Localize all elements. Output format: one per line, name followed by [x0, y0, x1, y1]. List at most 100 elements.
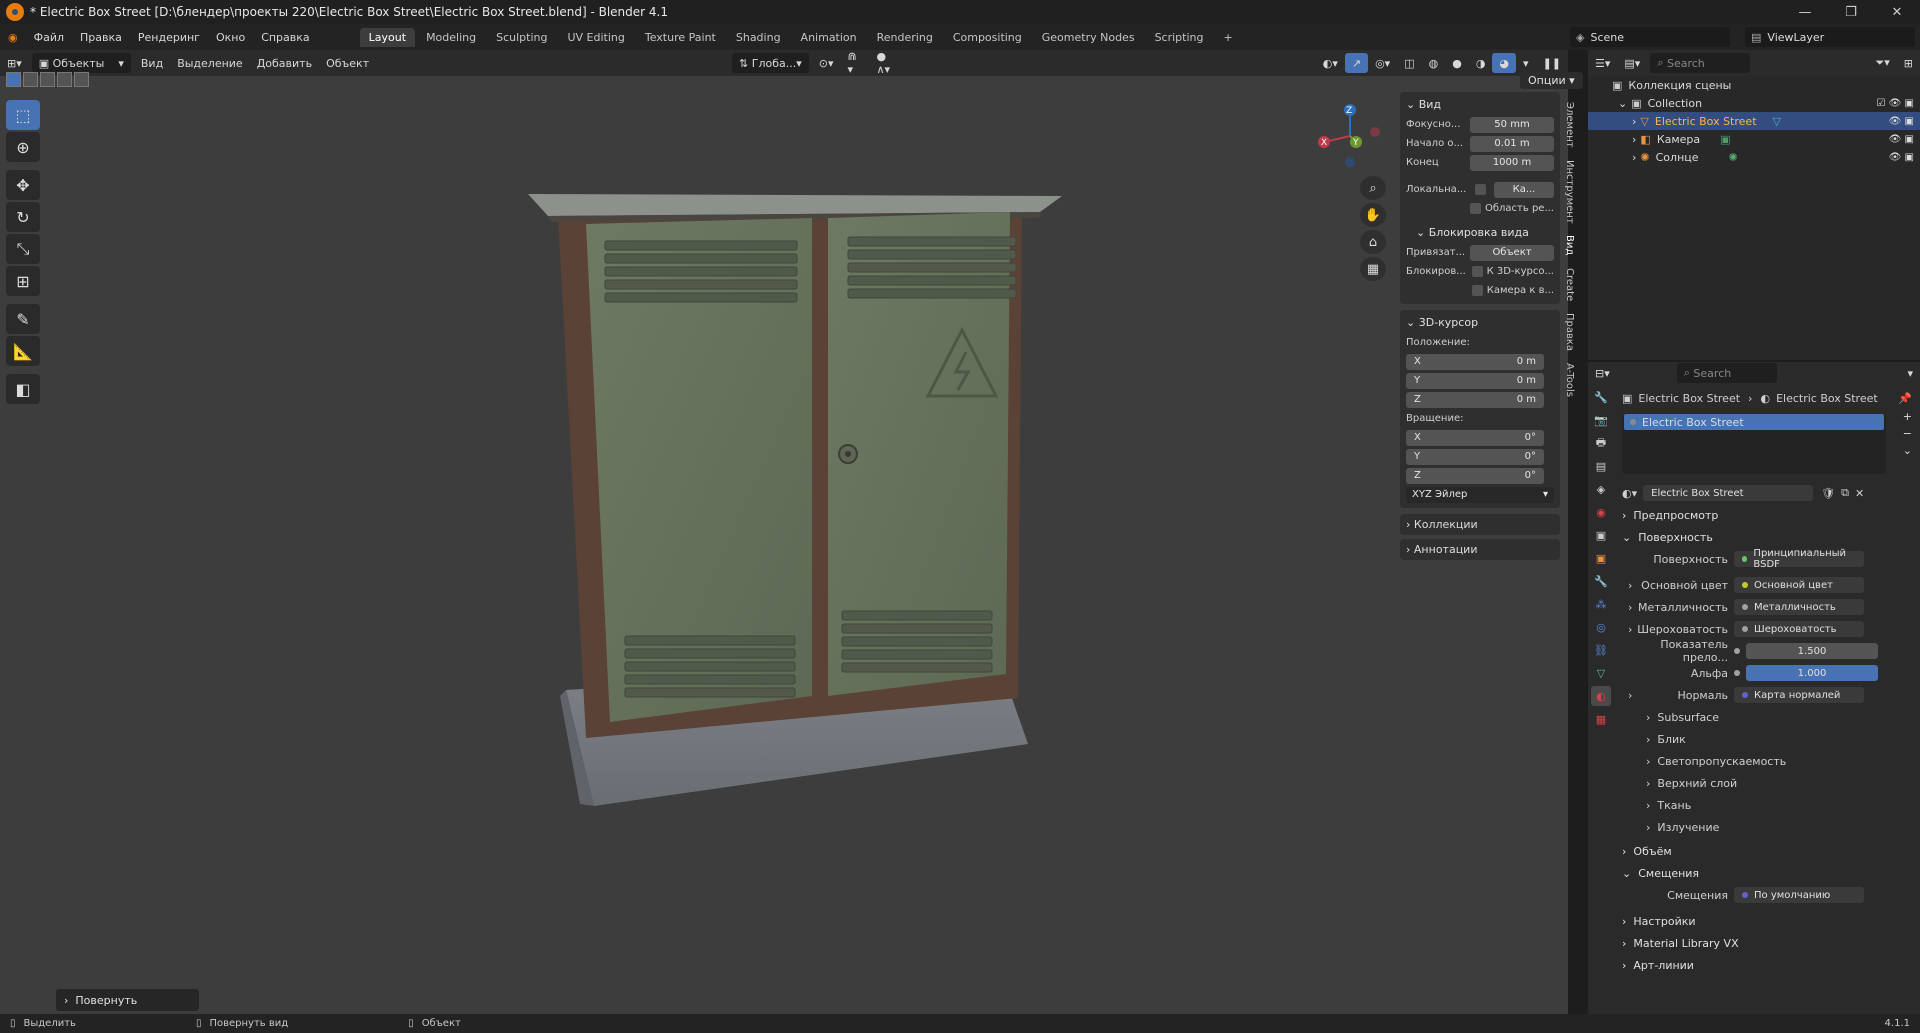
- cursor-y-field[interactable]: Y 0 m: [1406, 372, 1544, 389]
- transform-orientation-selector[interactable]: ⇅ Глоба... ▾: [732, 53, 809, 73]
- subpanel-emission[interactable]: › Излучение: [1622, 816, 1920, 838]
- remove-slot-button[interactable]: −: [1903, 427, 1912, 440]
- menu-window[interactable]: Окно: [208, 31, 253, 44]
- blender-menu-icon[interactable]: ◉: [0, 31, 26, 44]
- tab-tool[interactable]: Инструмент: [1564, 154, 1575, 230]
- displacement-field[interactable]: По умолчанию: [1734, 887, 1864, 903]
- minimize-button[interactable]: —: [1782, 0, 1828, 24]
- normal-field[interactable]: Карта нормалей: [1734, 687, 1864, 703]
- electric-box-model[interactable]: [528, 194, 1062, 806]
- subpanel-specular[interactable]: › Блик: [1622, 728, 1920, 750]
- xray-icon[interactable]: ◫: [1397, 53, 1421, 73]
- tool-settings-tab-icon[interactable]: 🔧: [1591, 387, 1611, 407]
- slot-menu-button[interactable]: ⌄: [1903, 444, 1912, 457]
- collections-panel-header[interactable]: › Коллекции: [1400, 514, 1560, 535]
- tab-layout[interactable]: Layout: [359, 27, 416, 47]
- camera-view-icon[interactable]: ⌂: [1360, 230, 1386, 254]
- shading-material-icon[interactable]: ◑: [1469, 53, 1493, 73]
- lineart-section-header[interactable]: › Арт-линии: [1622, 954, 1920, 976]
- filter-icon[interactable]: ⏷▾: [1868, 53, 1896, 73]
- options-dropdown[interactable]: Опции ▾: [1520, 72, 1583, 89]
- collection-tab-icon[interactable]: ▣: [1591, 525, 1611, 545]
- expand-icon[interactable]: ›: [1628, 689, 1632, 702]
- tab-compositing[interactable]: Compositing: [944, 28, 1031, 47]
- tab-modeling[interactable]: Modeling: [417, 28, 485, 47]
- local-camera-field[interactable]: Ка...: [1493, 181, 1554, 198]
- view-panel-header[interactable]: ⌄ Вид: [1406, 96, 1554, 115]
- visibility-icon[interactable]: ◐▾: [1316, 53, 1345, 73]
- expand-icon[interactable]: ›: [1628, 623, 1632, 636]
- close-button[interactable]: ✕: [1874, 0, 1920, 24]
- view-layer-selector[interactable]: ▤ ViewLayer: [1745, 27, 1915, 47]
- menu-help[interactable]: Справка: [253, 31, 317, 44]
- add-slot-button[interactable]: +: [1903, 410, 1912, 423]
- overlay-icon[interactable]: ◎▾: [1368, 53, 1397, 73]
- world-tab-icon[interactable]: ◉: [1591, 502, 1611, 522]
- modifier-tab-icon[interactable]: 🔧: [1591, 571, 1611, 591]
- focal-length-field[interactable]: 50 mm: [1470, 116, 1554, 133]
- fake-user-icon[interactable]: 🛡: [1821, 487, 1835, 500]
- lock-camera-checkbox[interactable]: [1471, 285, 1483, 296]
- output-tab-icon[interactable]: 🖶: [1591, 433, 1611, 453]
- physics-tab-icon[interactable]: ◎: [1591, 617, 1611, 637]
- cursor-ry-field[interactable]: Y 0°: [1406, 448, 1544, 465]
- tab-view[interactable]: Вид: [1564, 229, 1575, 261]
- menu-view[interactable]: Вид: [134, 53, 170, 73]
- scale-icon[interactable]: ⤡: [6, 234, 40, 264]
- outliner-item-electric-box[interactable]: › ▽ Electric Box Street ▽ 👁 ▣: [1588, 112, 1920, 130]
- cursor-x-field[interactable]: X 0 m: [1406, 353, 1544, 370]
- camera-visibility-icons[interactable]: 👁 ▣: [1889, 134, 1914, 145]
- display-mode-icon[interactable]: ▤▾: [1617, 53, 1647, 73]
- new-collection-icon[interactable]: ⊞: [1897, 53, 1920, 73]
- particles-tab-icon[interactable]: ⁂: [1591, 594, 1611, 614]
- select-extend-icon[interactable]: [23, 72, 38, 87]
- data-tab-icon[interactable]: ▽: [1591, 663, 1611, 683]
- select-intersect-icon[interactable]: [74, 72, 89, 87]
- view-layer-tab-icon[interactable]: ▤: [1591, 456, 1611, 476]
- expand-icon[interactable]: ›: [1632, 133, 1636, 146]
- expand-icon[interactable]: ⌄: [1618, 97, 1627, 110]
- subpanel-subsurface[interactable]: › Subsurface: [1622, 706, 1920, 728]
- tab-edit[interactable]: Правка: [1564, 307, 1575, 357]
- base-color-field[interactable]: Основной цвет: [1734, 577, 1864, 593]
- selection-mode-buttons[interactable]: [6, 72, 91, 87]
- shading-solid-icon[interactable]: ●: [1445, 53, 1469, 73]
- tab-scripting[interactable]: Scripting: [1146, 28, 1213, 47]
- tab-geometry-nodes[interactable]: Geometry Nodes: [1033, 28, 1144, 47]
- tab-rendering[interactable]: Rendering: [868, 28, 942, 47]
- outliner-item-sun[interactable]: › ✺ Солнце ✺ 👁 ▣: [1588, 148, 1920, 166]
- select-new-icon[interactable]: [6, 72, 21, 87]
- measure-icon[interactable]: 📐: [6, 336, 40, 366]
- subpanel-coat[interactable]: › Верхний слой: [1622, 772, 1920, 794]
- zoom-icon[interactable]: ⌕: [1360, 176, 1386, 200]
- pivot-icon[interactable]: ⊙▾: [812, 53, 841, 73]
- pause-render-icon[interactable]: ❚❚: [1536, 53, 1568, 73]
- 3d-viewport[interactable]: Z X Y ⌕ ✋ ⌂ ▦: [0, 76, 1568, 1014]
- collection-visibility-icons[interactable]: ☑ 👁 ▣: [1877, 98, 1914, 109]
- material-browse-icon[interactable]: ◐▾: [1622, 487, 1637, 500]
- object-tab-icon[interactable]: ▣: [1591, 548, 1611, 568]
- navigation-gizmo[interactable]: Z X Y: [1314, 100, 1384, 170]
- metallic-field[interactable]: Металличность: [1734, 599, 1864, 615]
- electric-box-visibility-icons[interactable]: 👁 ▣: [1889, 116, 1914, 127]
- outliner-editor-type-icon[interactable]: ☰▾: [1588, 53, 1617, 73]
- menu-edit[interactable]: Правка: [72, 31, 130, 44]
- gizmo-toggle-icon[interactable]: ↗: [1344, 53, 1369, 73]
- add-workspace-button[interactable]: +: [1214, 28, 1241, 47]
- lock-to-object-field[interactable]: Объект: [1470, 244, 1554, 261]
- menu-select[interactable]: Выделение: [170, 53, 250, 73]
- properties-search-input[interactable]: ⌕ Search: [1676, 363, 1777, 383]
- settings-section-header[interactable]: › Настройки: [1622, 910, 1920, 932]
- tab-sculpting[interactable]: Sculpting: [487, 28, 556, 47]
- transform-icon[interactable]: ⊞: [6, 266, 40, 296]
- render-tab-icon[interactable]: 📷: [1591, 410, 1611, 430]
- sun-visibility-icons[interactable]: 👁 ▣: [1889, 152, 1914, 163]
- material-tab-icon[interactable]: ◐: [1591, 686, 1611, 706]
- clip-start-field[interactable]: 0.01 m: [1470, 135, 1554, 152]
- menu-render[interactable]: Рендеринг: [130, 31, 208, 44]
- scene-tab-icon[interactable]: ◈: [1591, 479, 1611, 499]
- shading-wireframe-icon[interactable]: ◍: [1422, 53, 1446, 73]
- rotation-mode-dropdown[interactable]: XYZ Эйлер ▾: [1406, 486, 1554, 503]
- expand-icon[interactable]: ›: [1628, 579, 1632, 592]
- scene-collection-row[interactable]: ▣ Коллекция сцены: [1588, 76, 1920, 94]
